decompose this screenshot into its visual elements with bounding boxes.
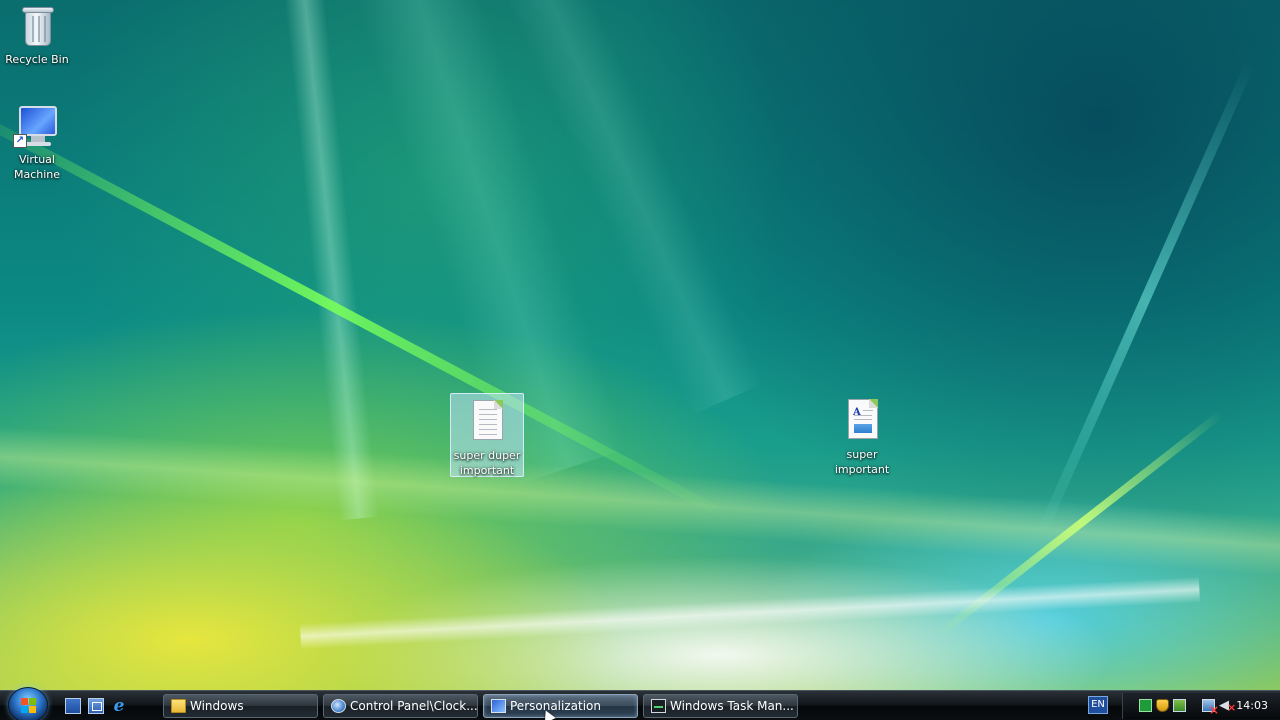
task-manager-icon (651, 699, 666, 713)
taskbar-button-task-manager[interactable]: Windows Task Man... (643, 694, 798, 718)
show-desktop-icon[interactable] (65, 698, 81, 714)
network-disconnected-icon[interactable] (1202, 699, 1219, 717)
text-document-icon (463, 398, 511, 446)
folder-icon (171, 699, 186, 713)
taskbar-button-label: Windows Task Man... (670, 699, 794, 713)
desktop-icon-label: Virtual Machine (13, 153, 61, 181)
taskbar-button-label: Control Panel\Clock... (350, 699, 478, 713)
clock[interactable]: 14:03 (1236, 693, 1268, 719)
switch-windows-icon[interactable] (88, 698, 104, 714)
recycle-bin-icon (13, 2, 61, 50)
desktop-icon-label: super duper important (453, 449, 521, 477)
shortcut-arrow-icon: ↗ (13, 134, 27, 148)
taskbar: e Windows Control Panel\Clock... Persona… (0, 687, 1280, 720)
control-panel-icon (331, 699, 346, 713)
desktop[interactable]: Recycle Bin ↗ Virtual Machine super dupe… (0, 0, 1280, 690)
taskbar-button-windows[interactable]: Windows (163, 694, 318, 718)
language-indicator[interactable]: EN (1088, 696, 1108, 714)
virtual-machine-icon: ↗ (13, 102, 61, 150)
internet-explorer-icon[interactable]: e (111, 698, 127, 715)
security-shield-icon[interactable] (1156, 699, 1169, 712)
volume-muted-icon[interactable]: ◀ (1219, 699, 1236, 714)
desktop-icon-virtual-machine[interactable]: ↗ Virtual Machine (0, 102, 74, 182)
taskbar-button-control-panel[interactable]: Control Panel\Clock... (323, 694, 478, 718)
personalization-icon (491, 699, 506, 713)
wordpad-document-icon: A (838, 397, 886, 445)
taskbar-button-label: Personalization (510, 699, 601, 713)
windows-logo-icon (21, 698, 28, 705)
start-button[interactable] (8, 687, 48, 720)
desktop-icon-super-duper-important[interactable]: super duper important (450, 393, 524, 477)
desktop-icon-recycle-bin[interactable]: Recycle Bin (0, 2, 74, 67)
taskbar-button-label: Windows (190, 699, 244, 713)
desktop-icon-super-important[interactable]: A super important (825, 397, 899, 477)
desktop-icon-label: super important (834, 448, 890, 476)
system-tray: ◀ 14:03 (1122, 693, 1280, 719)
desktop-icon-label: Recycle Bin (5, 53, 69, 66)
network-app-icon[interactable] (1173, 699, 1186, 712)
green-status-icon[interactable] (1139, 699, 1152, 712)
taskbar-button-personalization[interactable]: Personalization (483, 694, 638, 718)
